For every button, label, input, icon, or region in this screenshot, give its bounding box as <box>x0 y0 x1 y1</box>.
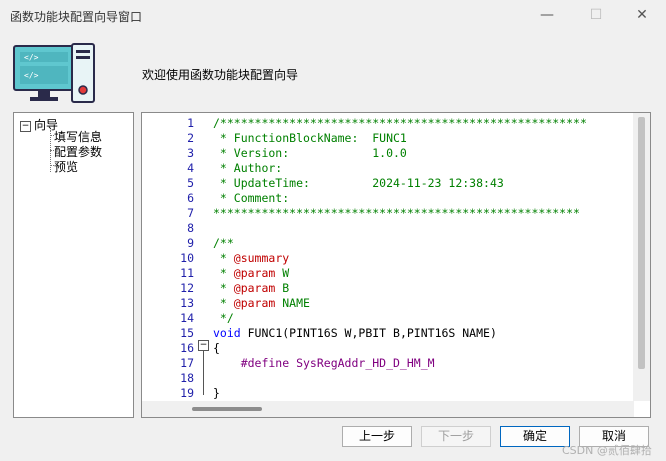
tree-item-preview[interactable]: 预览 <box>54 158 78 175</box>
horizontal-scroll-thumb[interactable] <box>192 407 262 411</box>
svg-text:</>: </> <box>24 53 39 62</box>
code-token: * Comment: <box>213 191 290 205</box>
line-number: 1 <box>187 116 194 130</box>
line-number: 12 <box>180 281 194 295</box>
code-token: /***************************************… <box>213 116 587 130</box>
code-line: ****************************************… <box>213 206 580 221</box>
vertical-scrollbar[interactable] <box>633 113 650 401</box>
code-line: * UpdateTime: 2024-11-23 12:38:43 <box>213 176 504 191</box>
code-line: */ <box>213 311 234 326</box>
svg-text:</>: </> <box>24 71 39 80</box>
close-button[interactable]: ✕ <box>627 4 657 26</box>
line-number: 15 <box>180 326 194 340</box>
code-token: void <box>213 326 241 340</box>
line-number: 5 <box>187 176 194 190</box>
line-number: 18 <box>180 371 194 385</box>
fold-line <box>203 351 204 395</box>
code-line: * Version: 1.0.0 <box>213 146 407 161</box>
title-bar: 函数功能块配置向导窗口 — ☐ ✕ <box>0 0 666 30</box>
line-number: 7 <box>187 206 194 220</box>
minimize-button[interactable]: — <box>532 4 562 26</box>
tree-root[interactable]: − 向导 <box>20 116 58 133</box>
code-token: B <box>275 281 290 295</box>
line-number: 4 <box>187 161 194 175</box>
line-number: 16 <box>180 341 194 355</box>
code-line: #define SysRegAddr_HD_D_HM_M <box>213 356 435 371</box>
maximize-button[interactable]: ☐ <box>581 4 611 26</box>
ok-button[interactable]: 确定 <box>500 426 570 447</box>
code-token: */ <box>213 311 234 325</box>
watermark: CSDN @贰佰肆拾 <box>562 444 652 457</box>
code-line: * FunctionBlockName: FUNC1 <box>213 131 407 146</box>
code-token: W <box>275 266 290 280</box>
code-line: { <box>213 341 220 356</box>
code-token: #define SysRegAddr_HD_D_HM_M <box>213 356 435 370</box>
line-number-gutter: 1 2 3 4 5 6 7 8 9 10 11 12 13 14 15 16 17 18 19 <box>142 113 194 401</box>
line-number: 14 <box>180 311 194 325</box>
horizontal-scrollbar[interactable] <box>142 401 634 417</box>
line-number: 6 <box>187 191 194 205</box>
code-token: * FunctionBlockName: FUNC1 <box>213 131 407 145</box>
code-token: @param <box>233 281 276 295</box>
code-token: { <box>213 341 220 355</box>
code-line: } <box>213 386 220 401</box>
welcome-text: 欢迎使用函数功能块配置向导 <box>142 68 299 82</box>
code-token: * <box>213 281 234 295</box>
code-line: * @param W <box>213 266 289 281</box>
code-line: * @param NAME <box>213 296 310 311</box>
code-line: * @summary <box>213 251 289 266</box>
code-token: NAME <box>275 296 310 310</box>
line-number: 17 <box>180 356 194 370</box>
code-token: * Author: <box>213 161 283 175</box>
code-line: /** <box>213 236 234 251</box>
line-number: 10 <box>180 251 194 265</box>
code-token: /** <box>213 236 234 250</box>
computer-icon: </> </> <box>13 43 95 103</box>
collapse-icon[interactable]: − <box>20 121 31 132</box>
line-number: 13 <box>180 296 194 310</box>
line-number: 19 <box>180 386 194 400</box>
code-token: FUNC1(PINT16S W,PBIT B,PINT16S NAME) <box>240 326 497 340</box>
vertical-scroll-thumb[interactable] <box>638 117 645 369</box>
code-line: void FUNC1(PINT16S W,PBIT B,PINT16S NAME… <box>213 326 497 341</box>
code-line: /***************************************… <box>213 116 587 131</box>
code-line: * @param B <box>213 281 289 296</box>
code-token: } <box>213 386 220 400</box>
window-title: 函数功能块配置向导窗口 <box>10 10 143 24</box>
code-token: @param <box>233 266 276 280</box>
code-token: ****************************************… <box>213 206 580 220</box>
code-line: * Author: <box>213 161 282 176</box>
fold-collapse-icon[interactable]: − <box>198 340 209 351</box>
code-line: * Comment: <box>213 191 289 206</box>
wizard-tree: − 向导 填写信息 配置参数 预览 <box>13 112 134 418</box>
code-token: * UpdateTime: 2024-11-23 12:38:43 <box>213 176 504 190</box>
code-token: * Version: 1.0.0 <box>213 146 407 160</box>
code-token: @param <box>233 296 276 310</box>
line-number: 3 <box>187 146 194 160</box>
line-number: 11 <box>180 266 194 280</box>
line-number: 9 <box>187 236 194 250</box>
line-number: 8 <box>187 221 194 235</box>
code-token: * <box>213 296 234 310</box>
code-token: * <box>213 266 234 280</box>
code-token: @summary <box>233 251 290 265</box>
line-number: 2 <box>187 131 194 145</box>
prev-button[interactable]: 上一步 <box>342 426 412 447</box>
code-token: * <box>213 251 234 265</box>
next-button[interactable]: 下一步 <box>421 426 491 447</box>
code-editor[interactable]: 1 2 3 4 5 6 7 8 9 10 11 12 13 14 15 16 17 18 19 − /*******… <box>141 112 651 418</box>
